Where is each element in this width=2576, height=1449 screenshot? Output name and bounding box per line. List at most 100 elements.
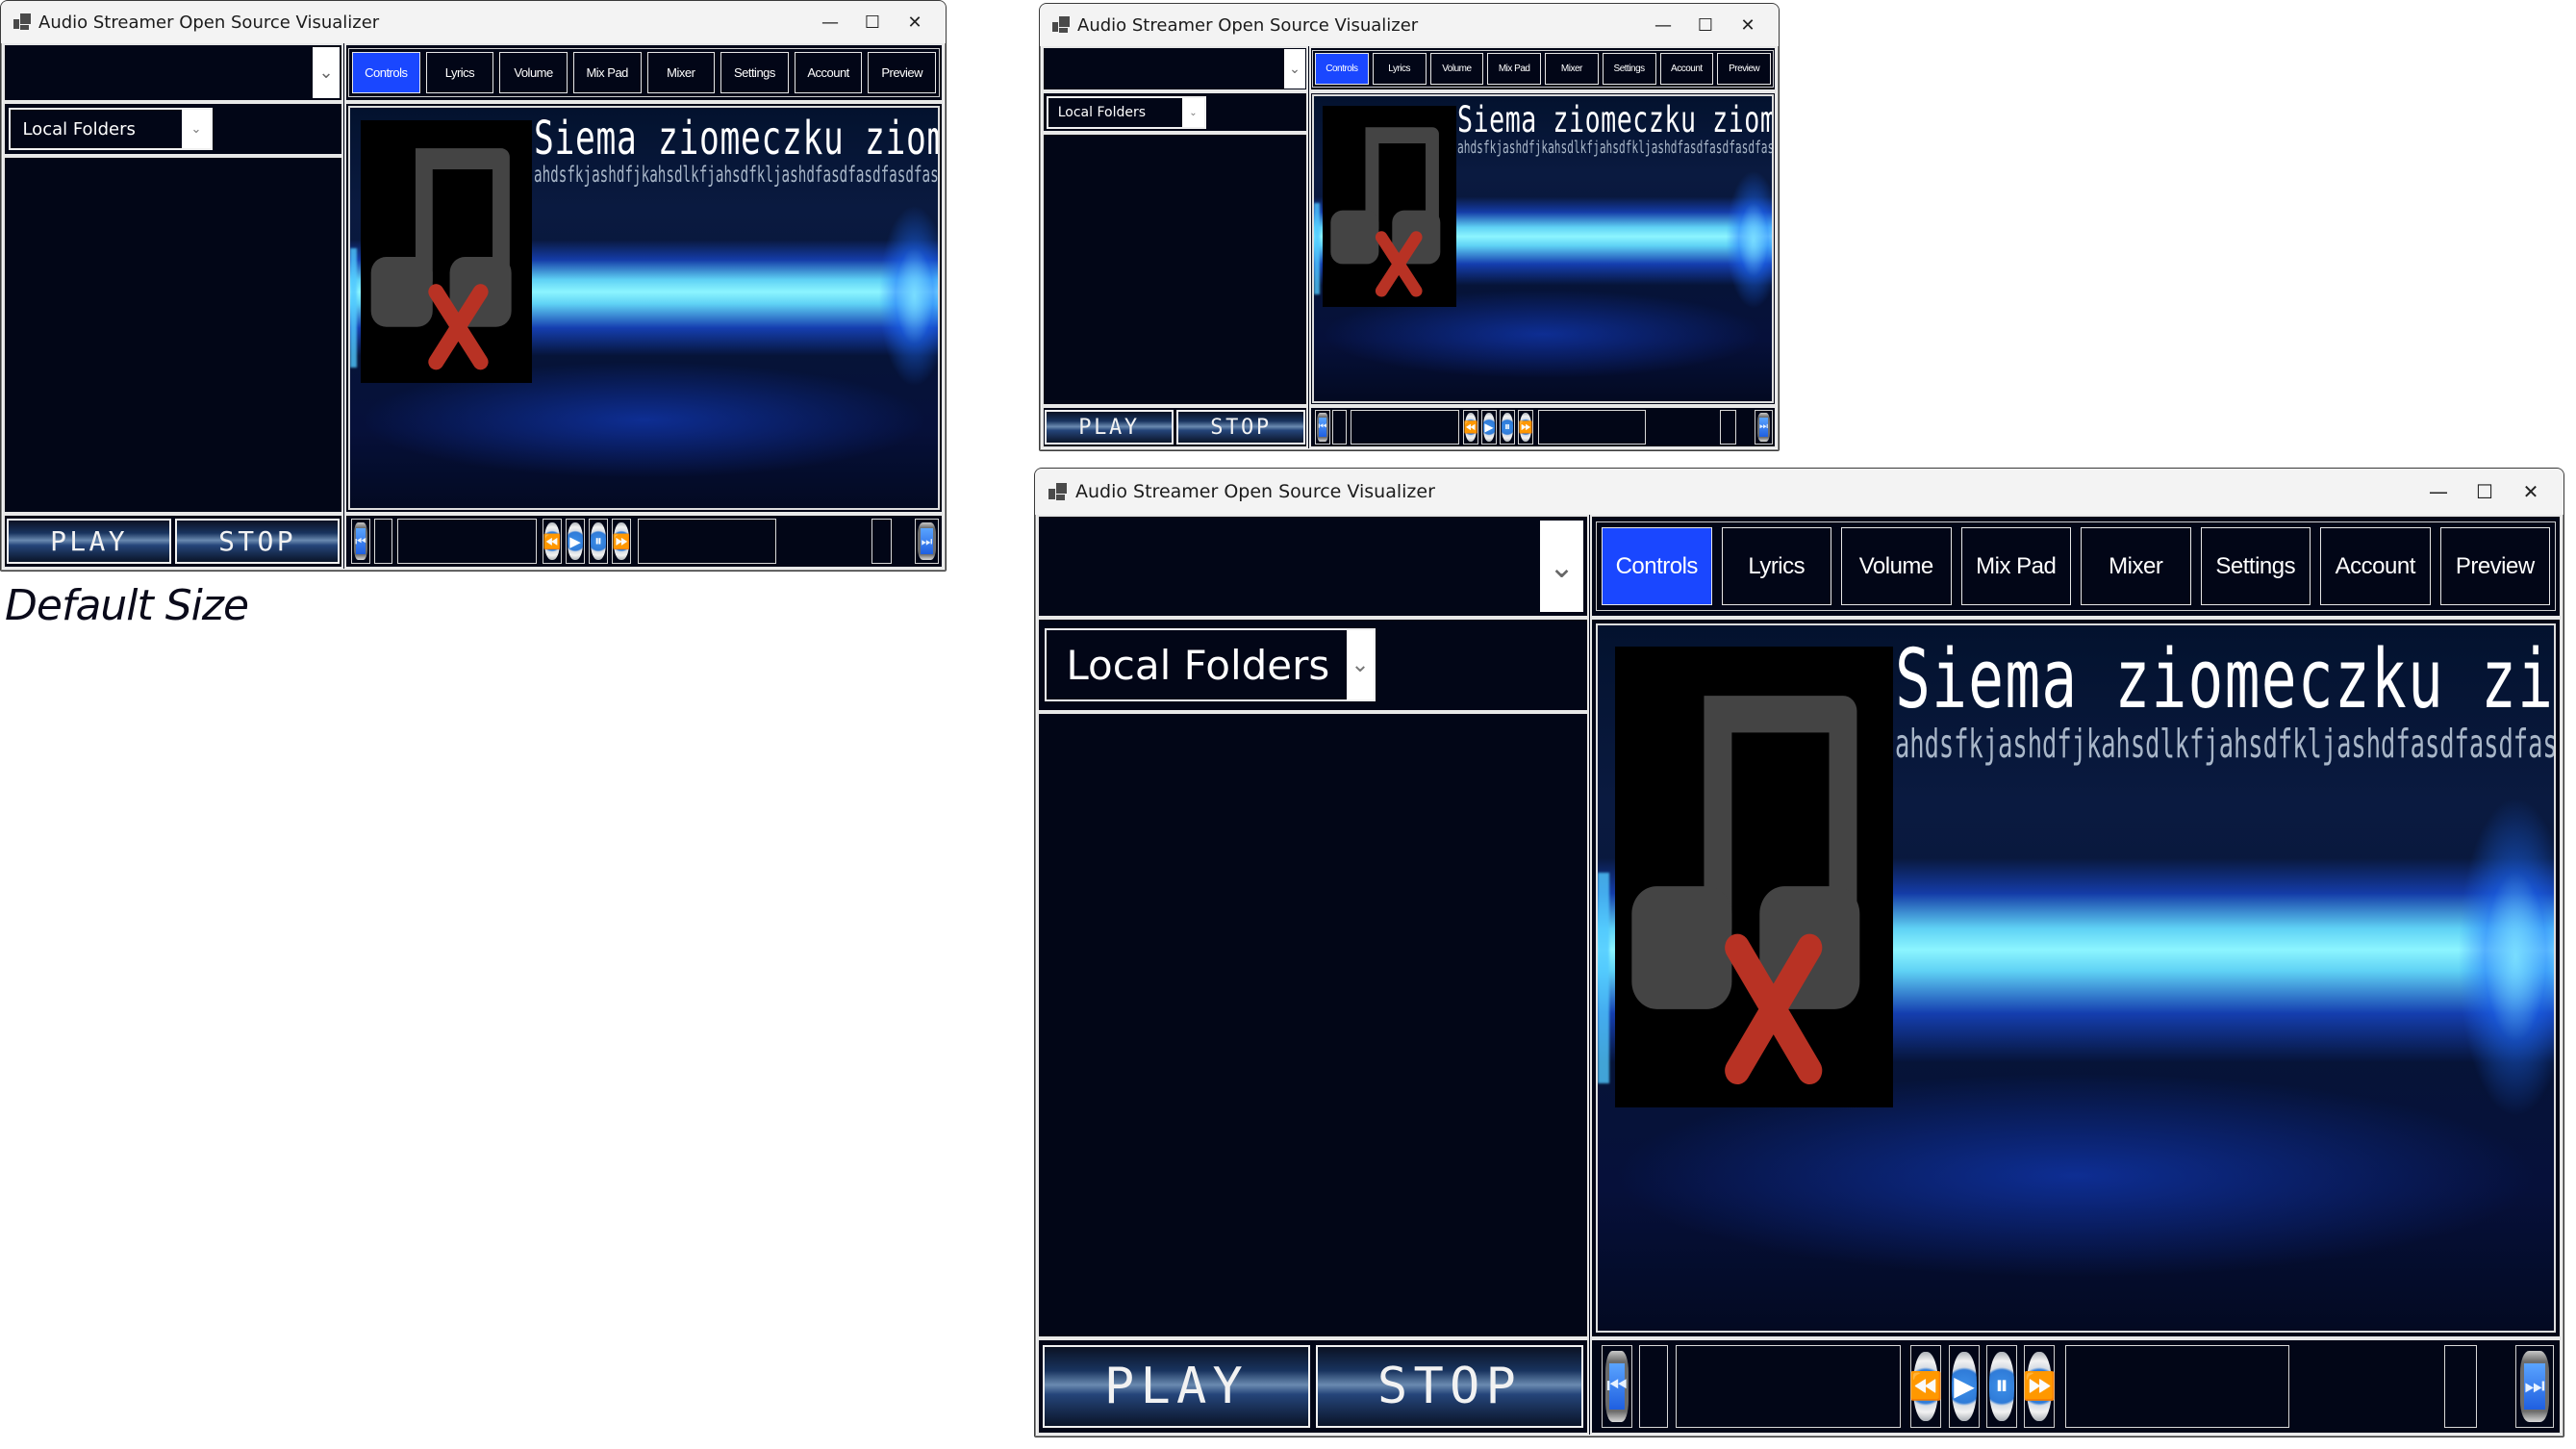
skip-back-icon: ⏮: [1606, 1362, 1628, 1411]
tab-settings[interactable]: Settings: [2200, 527, 2311, 605]
app-icon: [1052, 16, 1070, 34]
volume-box: [2444, 1345, 2477, 1428]
chevron-down-icon[interactable]: ⌄: [1182, 98, 1204, 127]
folder-select[interactable]: Local Folders ⌄: [1045, 628, 1376, 701]
folder-list[interactable]: [3, 156, 343, 514]
visualizer-glow: [1314, 202, 1320, 295]
chevron-down-icon[interactable]: ⌄: [1284, 49, 1305, 89]
window-title: Audio Streamer Open Source Visualizer: [38, 12, 380, 33]
tab-preview[interactable]: Preview: [868, 52, 936, 93]
skip-back-button[interactable]: ⏮: [351, 519, 370, 564]
fast-forward-button[interactable]: ⏩: [2023, 1345, 2056, 1428]
skip-forward-icon: ⏭: [1758, 418, 1769, 437]
tab-controls[interactable]: Controls: [1602, 527, 1712, 605]
maximize-button[interactable]: ☐: [1684, 4, 1727, 46]
tab-account[interactable]: Account: [794, 52, 863, 93]
tab-settings[interactable]: Settings: [1602, 53, 1656, 85]
tab-bar: Controls Lyrics Volume Mix Pad Mixer Settings…: [1312, 50, 1774, 88]
fast-forward-button[interactable]: ⏩: [1518, 410, 1533, 445]
time-remaining-box: [1538, 410, 1646, 445]
transport-play-icon: ▶: [1482, 413, 1496, 442]
tab-mixer[interactable]: Mixer: [646, 52, 716, 93]
client-area: ⌄ Controls Lyrics Volume Mix Pad Mixer Settin…: [3, 43, 944, 569]
fast-forward-button[interactable]: ⏩: [612, 519, 631, 564]
play-button[interactable]: PLAY: [7, 519, 171, 564]
transport-play-button[interactable]: ▶: [566, 519, 585, 564]
chevron-down-icon[interactable]: ⌄: [182, 110, 211, 148]
tab-mixer[interactable]: Mixer: [2081, 527, 2191, 605]
folder-list[interactable]: [1042, 133, 1308, 406]
source-dropdown[interactable]: ⌄: [1045, 49, 1305, 89]
play-button[interactable]: PLAY: [1045, 410, 1174, 445]
tab-mix-pad[interactable]: Mix Pad: [572, 52, 642, 93]
minimize-button[interactable]: —: [1642, 4, 1684, 46]
visualizer-glow: [350, 247, 358, 369]
album-art: [1615, 647, 1893, 1107]
tab-lyrics[interactable]: Lyrics: [425, 52, 494, 93]
tab-volume[interactable]: Volume: [1841, 527, 1952, 605]
skip-back-button[interactable]: ⏮: [1315, 410, 1330, 445]
skip-back-icon: ⏮: [355, 528, 366, 554]
title-bar[interactable]: Audio Streamer Open Source Visualizer: [1035, 469, 2563, 515]
tab-controls[interactable]: Controls: [1315, 53, 1369, 85]
tab-mixer[interactable]: Mixer: [1545, 53, 1599, 85]
pause-button[interactable]: ⏸: [1500, 410, 1515, 445]
tab-preview[interactable]: Preview: [2439, 527, 2550, 605]
song-title: Siema ziomeczku ziomalisty: [1895, 632, 2555, 727]
app-window-small: Audio Streamer Open Source Visualizer — …: [1039, 3, 1780, 451]
tab-lyrics[interactable]: Lyrics: [1372, 53, 1427, 85]
maximize-button[interactable]: ☐: [2462, 469, 2508, 515]
tab-mix-pad[interactable]: Mix Pad: [1960, 527, 2071, 605]
maximize-button[interactable]: ☐: [851, 1, 894, 43]
play-button[interactable]: PLAY: [1043, 1345, 1310, 1428]
song-subtitle: ahdsfkjashdfjkahsdlkfjahsdfkljashdfasdfa…: [534, 163, 940, 188]
song-title: Siema ziomeczku ziomalisty: [1457, 99, 1772, 140]
folder-list[interactable]: [1037, 712, 1589, 1338]
folder-select[interactable]: Local Folders ⌄: [9, 108, 213, 150]
time-remaining-box: [638, 519, 776, 564]
pause-icon: ⏸: [1988, 1351, 2015, 1422]
source-dropdown[interactable]: ⌄: [7, 47, 340, 98]
stop-button[interactable]: STOP: [1176, 410, 1305, 445]
chevron-down-icon[interactable]: ⌄: [313, 47, 340, 98]
fast-forward-icon: ⏩: [2023, 1351, 2056, 1422]
skip-forward-button[interactable]: ⏭: [1755, 410, 1773, 445]
close-button[interactable]: ✕: [894, 1, 936, 43]
close-button[interactable]: ✕: [2508, 469, 2554, 515]
title-bar[interactable]: Audio Streamer Open Source Visualizer: [1, 1, 946, 43]
skip-forward-button[interactable]: ⏭: [2515, 1345, 2554, 1428]
close-button[interactable]: ✕: [1727, 4, 1769, 46]
skip-forward-button[interactable]: ⏭: [915, 519, 939, 564]
transport-play-icon: ▶: [1951, 1351, 1978, 1422]
minimize-button[interactable]: —: [809, 1, 851, 43]
app-icon: [13, 13, 31, 31]
chevron-down-icon[interactable]: ⌄: [1540, 521, 1583, 612]
song-subtitle: ahdsfkjashdfjkahsdlkfjahsdfkljashdfasdfa…: [1457, 138, 1774, 158]
stop-button[interactable]: STOP: [175, 519, 340, 564]
minimize-button[interactable]: —: [2415, 469, 2462, 515]
tab-controls[interactable]: Controls: [352, 52, 420, 93]
rewind-button[interactable]: ⏪: [543, 519, 562, 564]
visualizer: Siema ziomeczku ziomalisty ahdsfkjashdfj…: [348, 106, 940, 510]
window-title: Audio Streamer Open Source Visualizer: [1075, 481, 1435, 502]
tab-mix-pad[interactable]: Mix Pad: [1487, 53, 1541, 85]
tab-volume[interactable]: Volume: [1429, 53, 1484, 85]
stop-button[interactable]: STOP: [1316, 1345, 1583, 1428]
transport-play-button[interactable]: ▶: [1481, 410, 1497, 445]
pause-button[interactable]: ⏸: [589, 519, 608, 564]
transport-play-button[interactable]: ▶: [1949, 1345, 1980, 1428]
rewind-button[interactable]: ⏪: [1909, 1345, 1942, 1428]
rewind-button[interactable]: ⏪: [1463, 410, 1478, 445]
tab-account[interactable]: Account: [1659, 53, 1714, 85]
pause-button[interactable]: ⏸: [1986, 1345, 2017, 1428]
tab-preview[interactable]: Preview: [1717, 53, 1771, 85]
chevron-down-icon[interactable]: ⌄: [1347, 630, 1374, 699]
skip-back-button[interactable]: ⏮: [1602, 1345, 1632, 1428]
tab-settings[interactable]: Settings: [720, 52, 789, 93]
tab-account[interactable]: Account: [2320, 527, 2431, 605]
source-dropdown[interactable]: ⌄: [1043, 521, 1583, 612]
tab-lyrics[interactable]: Lyrics: [1721, 527, 1831, 605]
rewind-icon: ⏪: [543, 522, 561, 560]
folder-select[interactable]: Local Folders ⌄: [1047, 96, 1206, 129]
tab-volume[interactable]: Volume: [499, 52, 568, 93]
